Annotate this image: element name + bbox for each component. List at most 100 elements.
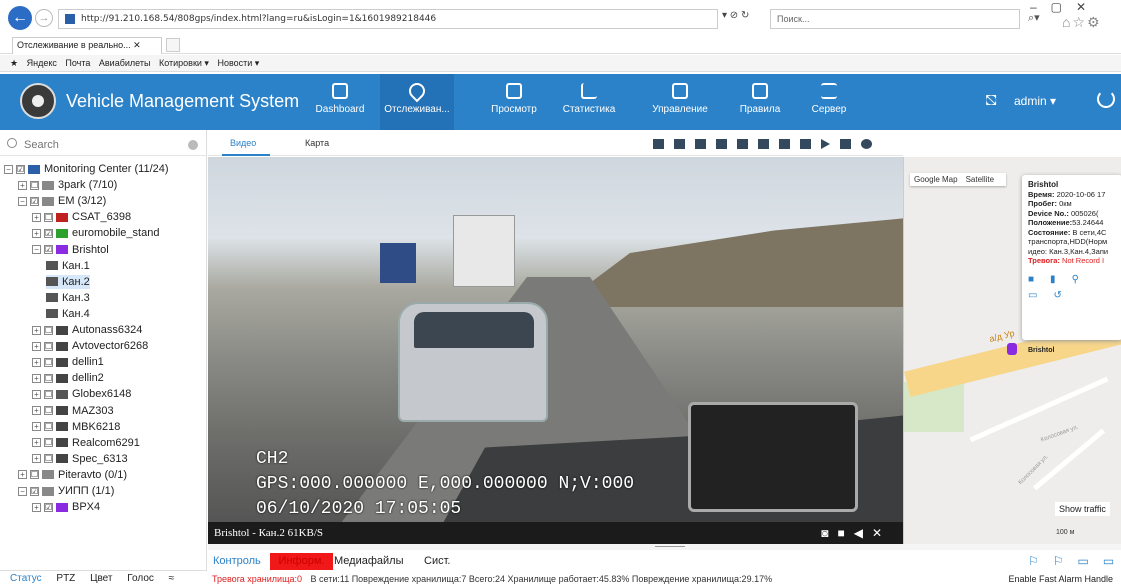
expand-icon[interactable]: + [32,454,41,464]
tab-info[interactable]: Информ. [270,553,333,570]
nav-server[interactable]: Сервер [792,74,866,130]
expand-icon[interactable]: + [32,502,41,512]
gear-icon[interactable] [861,139,872,150]
tab-voice[interactable]: Голос [127,573,154,584]
tree-item[interactable]: − ☑ Brishtol [32,243,109,257]
address-controls[interactable]: ▾ ⊘ ↻ [722,10,749,21]
user-menu[interactable]: admin ▾ [1014,94,1056,108]
video-feed[interactable]: CH2 GPS:000.000000 E,000.000000 N;V:000 … [208,157,903,522]
tree-item[interactable]: + ☐ Autonass6324 [32,323,142,337]
tree-item[interactable]: − ☑ УИПП (1/1) [18,484,114,498]
collapse-icon[interactable]: − [32,245,41,255]
collapse-icon[interactable]: − [4,164,13,174]
splitter[interactable] [208,544,1121,550]
layout-6-icon[interactable] [695,139,706,150]
tree-item[interactable]: + ☐ 3park (7/10) [18,178,117,192]
tree-item[interactable]: − ☑ EM (3/12) [18,194,106,208]
checkbox[interactable]: ☐ [44,389,53,399]
layout-9-icon[interactable] [737,139,748,150]
nav-dashboard[interactable]: Dashboard [303,74,377,130]
tree-item[interactable]: + ☑ euromobile_stand [32,226,159,240]
checkbox[interactable]: ☐ [44,325,53,335]
checkbox[interactable]: ☐ [44,357,53,367]
layout-4-icon[interactable] [674,139,685,150]
tab-color[interactable]: Цвет [90,573,112,584]
tab-status[interactable]: Статус [10,573,42,584]
tree-item[interactable]: + ☑ BPX4 [32,500,100,514]
window-controls[interactable]: –▢✕ [1030,0,1100,14]
tree-item[interactable]: + ☐ Avtovector6268 [32,339,148,353]
tree-item[interactable]: + ☐ Spec_6313 [32,452,128,466]
forward-arrow-icon[interactable]: → [35,9,53,27]
window-icon[interactable]: ▭ [1078,554,1103,568]
checkbox[interactable]: ☑ [30,196,39,206]
nav-statistics[interactable]: Статистика [552,74,626,130]
checkbox[interactable]: ☐ [30,470,39,480]
fullscreen-icon[interactable] [779,139,790,150]
favorite-quotes[interactable]: Котировки ▾ [159,58,209,68]
tree-item[interactable]: + ☐ CSAT_6398 [32,210,131,224]
tab-system[interactable]: Сист. [424,553,450,570]
tab-google-map[interactable]: Google Map [914,175,958,184]
layout-1-icon[interactable] [653,139,664,150]
expand-icon[interactable]: + [32,212,41,222]
show-traffic-button[interactable]: Show traffic [1055,502,1110,516]
expand-icon[interactable]: + [32,422,41,432]
expand-icon[interactable]: + [18,470,27,480]
expand-icon[interactable]: + [32,438,41,448]
checkbox[interactable]: ☑ [30,486,39,496]
checkbox[interactable]: ☑ [44,502,53,512]
checkbox[interactable]: ☐ [44,341,53,351]
tree-item[interactable]: Кан.2 [46,274,90,289]
favorite-yandex[interactable]: Яндекс [27,58,57,68]
collapse-icon[interactable]: − [18,196,27,206]
stop-icon[interactable]: ■ [837,526,853,540]
tree-search-input[interactable] [24,137,184,153]
info-icon[interactable] [188,140,198,150]
playback-icon[interactable]: ↺ [1053,290,1077,301]
tree-item[interactable]: Кан.4 [46,307,90,321]
checkbox[interactable]: ☐ [44,406,53,416]
expand-icon[interactable]: + [32,341,41,351]
tab-control[interactable]: Контроль [213,553,261,570]
expand-icon[interactable]: + [32,357,41,367]
checkbox[interactable]: ☑ [16,164,25,174]
favorite-news[interactable]: Новости ▾ [217,58,259,68]
tab-satellite[interactable]: Satellite [966,175,994,184]
checkbox[interactable]: ☐ [30,180,39,190]
tab-map[interactable]: Карта [305,138,329,148]
favorite-mail[interactable]: Почта [65,58,90,68]
tree-item[interactable]: + ☐ MBK6218 [32,420,120,434]
collapse-icon[interactable]: ≈ [169,573,175,584]
tab-ptz[interactable]: PTZ [56,573,75,584]
map-panel[interactable]: Google Map Satellite a/д Ур Колосовая ул.… [903,157,1121,544]
tree-item[interactable]: + ☐ Globex6148 [32,387,131,401]
favorite-avia[interactable]: Авиабилеты [99,58,151,68]
device-icon[interactable]: ▮ [1050,274,1072,285]
nav-tracking[interactable]: Отслеживан... [380,74,454,130]
tree-item[interactable]: Кан.1 [46,259,90,273]
vehicle-marker-icon[interactable] [1007,343,1017,355]
expand-icon[interactable]: + [32,373,41,383]
pin-icon[interactable]: ⚲ [1072,274,1095,285]
new-tab-button[interactable] [166,38,180,52]
play-icon[interactable] [821,139,830,150]
collapse-icon[interactable]: − [18,486,27,496]
bell-icon[interactable]: ⛞ [985,92,997,111]
expand-icon[interactable]: + [32,406,41,416]
checkbox[interactable]: ☐ [44,212,53,222]
checkbox[interactable]: ☑ [44,245,53,255]
expand-icon[interactable]: + [32,228,41,238]
checkbox[interactable]: ☐ [44,422,53,432]
back-arrow-icon[interactable]: ← [8,6,32,30]
close-icon[interactable]: ✕ [872,526,891,540]
tree-item[interactable]: + ☐ dellin2 [32,371,104,385]
layout-16-icon[interactable] [758,139,769,150]
checkbox[interactable]: ☐ [44,373,53,383]
checkbox[interactable]: ☑ [44,228,53,238]
nav-rules[interactable]: Правила [723,74,797,130]
tree-item[interactable]: + ☐ MAZ303 [32,404,114,418]
expand-icon[interactable]: + [32,325,41,335]
alarm-icon[interactable]: ⚐ [1028,554,1053,568]
video-camera-icon[interactable]: ■ [1028,274,1050,285]
